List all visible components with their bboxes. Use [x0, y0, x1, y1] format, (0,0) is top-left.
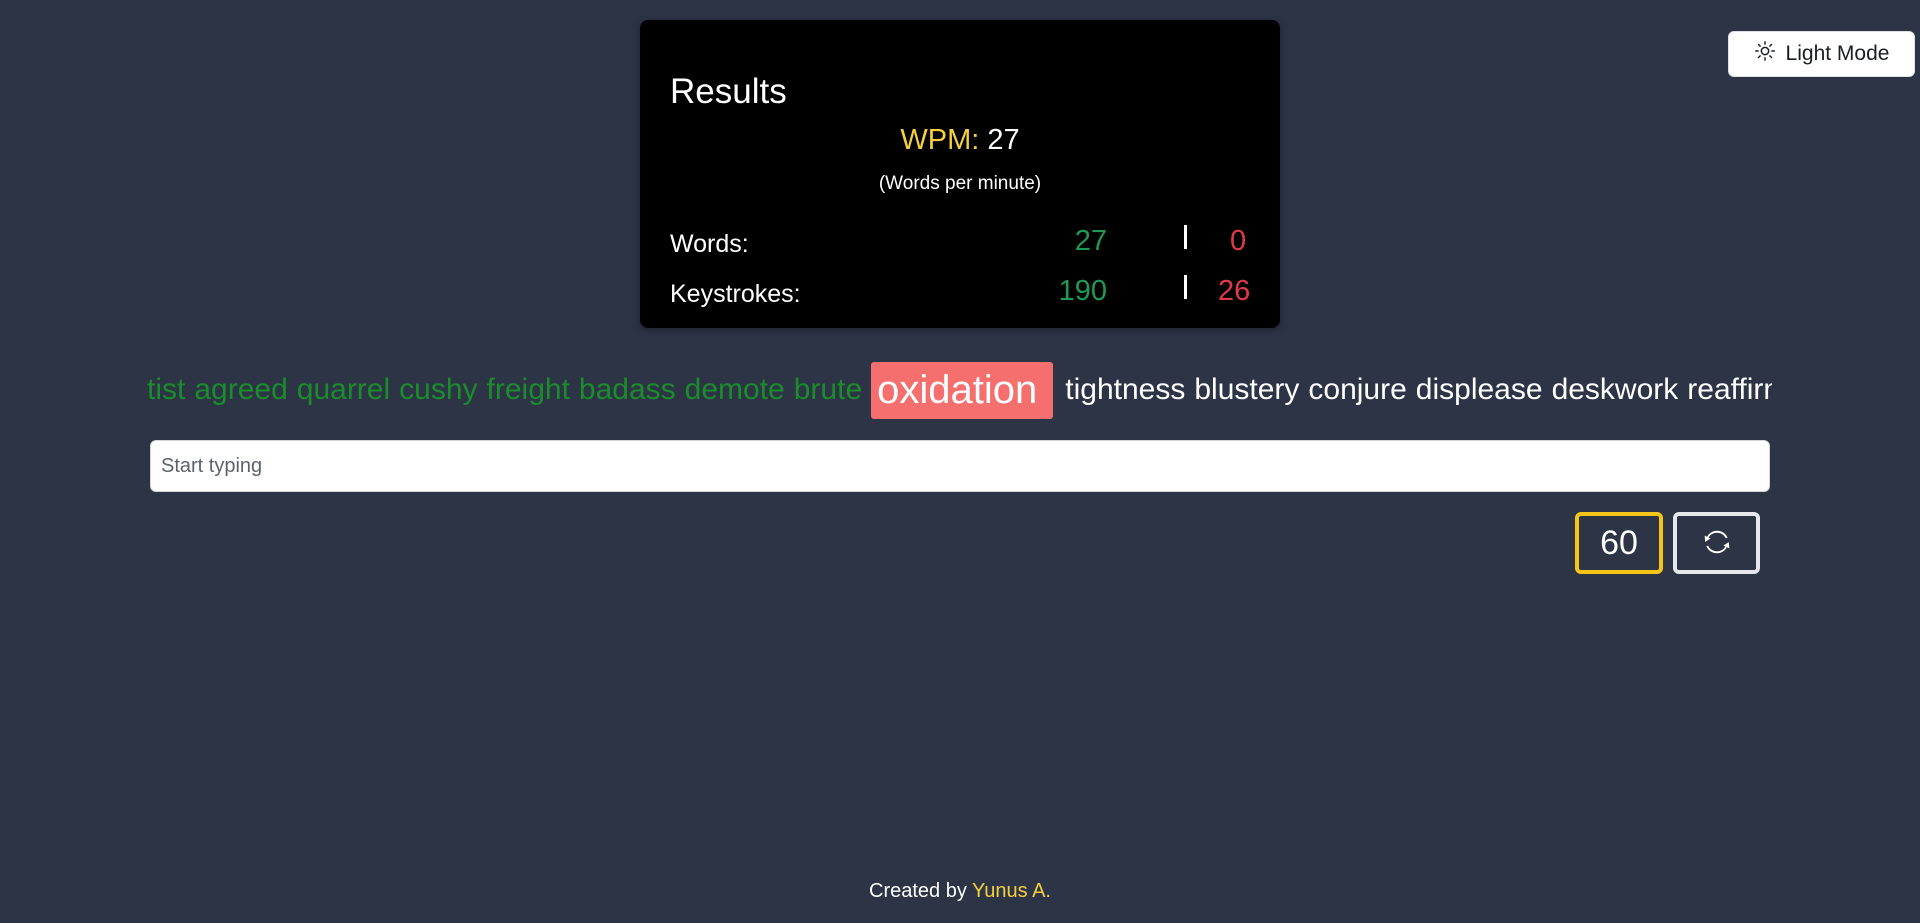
upcoming-word: conjure	[1308, 373, 1407, 406]
results-card: Results WPM: 27 (Words per minute) Words…	[640, 20, 1280, 328]
completed-word: quarrel	[296, 373, 391, 406]
keystrokes-stat-row: Keystrokes: 190 26	[670, 273, 1250, 313]
timer-display: 60	[1575, 512, 1663, 574]
footer: Created by Yunus A.	[0, 878, 1920, 904]
light-mode-label: Light Mode	[1785, 42, 1890, 65]
footer-author-link[interactable]: Yunus A.	[972, 880, 1051, 902]
completed-word: brute	[793, 373, 863, 406]
sun-icon	[1754, 40, 1776, 68]
reset-button[interactable]	[1673, 512, 1760, 574]
upcoming-word: deskwork	[1551, 373, 1679, 406]
upcoming-word: reaffirm	[1687, 373, 1772, 406]
keystrokes-incorrect-count: 26	[1218, 275, 1251, 307]
footer-prefix: Created by	[869, 880, 973, 902]
words-correct-count: 27	[1074, 225, 1107, 257]
words-incorrect-count: 0	[1230, 225, 1247, 257]
wpm-label: WPM:	[900, 124, 980, 156]
words-label: Words:	[670, 230, 749, 258]
typing-test-page: Light Mode Results WPM: 27 (Words per mi…	[0, 0, 1920, 923]
completed-word: tist	[147, 373, 186, 406]
wpm-value: 27	[987, 124, 1020, 156]
keystrokes-correct-count: 190	[1058, 275, 1107, 307]
keystrokes-label: Keystrokes:	[670, 280, 801, 308]
words-stat-row: Words: 27 0	[670, 223, 1250, 263]
refresh-icon	[1699, 524, 1735, 563]
current-word: oxidation	[871, 361, 1054, 419]
upcoming-word: displease	[1415, 373, 1543, 406]
completed-word: freight	[486, 373, 570, 406]
wpm-line: WPM: 27	[640, 122, 1280, 158]
completed-word: cushy	[399, 373, 478, 406]
upcoming-word: tightness	[1065, 373, 1186, 406]
words-separator	[1184, 225, 1187, 249]
word-strip: tist agreed quarrel cushy freight badass demot…	[147, 360, 1772, 420]
typing-input[interactable]	[150, 440, 1770, 492]
keystrokes-separator	[1184, 275, 1187, 299]
upcoming-word: blustery	[1194, 373, 1300, 406]
wpm-caption: (Words per minute)	[878, 173, 1042, 194]
completed-word: agreed	[194, 373, 288, 406]
results-title: Results	[670, 72, 787, 111]
light-mode-button[interactable]: Light Mode	[1728, 31, 1915, 77]
completed-word: demote	[684, 373, 785, 406]
completed-word: badass	[578, 373, 676, 406]
